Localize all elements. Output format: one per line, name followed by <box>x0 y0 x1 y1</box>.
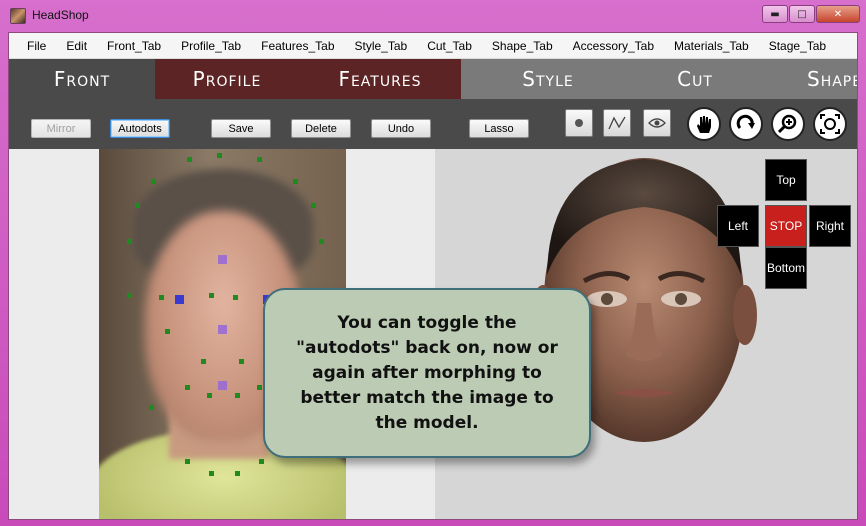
tab-profile[interactable]: Profile <box>155 59 299 99</box>
feature-point[interactable] <box>218 381 227 390</box>
menu-shape-tab[interactable]: Shape_Tab <box>482 34 563 58</box>
autodot[interactable] <box>233 295 238 300</box>
menu-features-tab[interactable]: Features_Tab <box>251 34 344 58</box>
menu-profile-tab[interactable]: Profile_Tab <box>171 34 251 58</box>
nav-stop-button[interactable]: STOP <box>765 205 807 247</box>
nav-left-button[interactable]: Left <box>717 205 759 247</box>
autodot[interactable] <box>135 203 140 208</box>
autodot[interactable] <box>235 393 240 398</box>
save-button[interactable]: Save <box>211 119 271 138</box>
nav-top-button[interactable]: Top <box>765 159 807 201</box>
nav-right-button[interactable]: Right <box>809 205 851 247</box>
line-tool-button[interactable] <box>603 109 631 137</box>
toolbar: Mirror Autodots Save Delete Undo Lasso <box>9 99 857 149</box>
autodot[interactable] <box>257 157 262 162</box>
autodot[interactable] <box>235 471 240 476</box>
app-icon <box>10 8 26 24</box>
autodot[interactable] <box>311 203 316 208</box>
feature-point[interactable] <box>218 325 227 334</box>
eye-tool-button[interactable] <box>643 109 671 137</box>
feature-point[interactable] <box>218 255 227 264</box>
tab-front[interactable]: Front <box>9 59 155 99</box>
eye-tool-icon <box>648 118 666 128</box>
fit-view-icon <box>820 114 840 134</box>
line-tool-icon <box>608 116 626 130</box>
window-title: HeadShop <box>32 8 89 22</box>
autodot[interactable] <box>257 385 262 390</box>
tab-features[interactable]: Features <box>299 59 461 99</box>
autodot[interactable] <box>187 157 192 162</box>
autodot[interactable] <box>185 385 190 390</box>
undo-button[interactable]: Undo <box>371 119 431 138</box>
zoom-button[interactable] <box>771 107 805 141</box>
autodot[interactable] <box>207 393 212 398</box>
tab-style[interactable]: Style <box>461 59 635 99</box>
tutorial-callout: You can toggle the "autodots" back on, n… <box>263 288 591 458</box>
menu-front-tab[interactable]: Front_Tab <box>97 34 171 58</box>
autodot[interactable] <box>185 459 190 464</box>
title-bar[interactable]: HeadShop ▬ □ ✕ <box>0 0 866 32</box>
autodot[interactable] <box>149 405 154 410</box>
callout-text: You can toggle the "autodots" back on, n… <box>296 312 558 433</box>
app-window: HeadShop ▬ □ ✕ File Edit Front_Tab Profi… <box>0 0 866 526</box>
menu-materials-tab[interactable]: Materials_Tab <box>664 34 759 58</box>
dot-tool-button[interactable] <box>565 109 593 137</box>
autodot[interactable] <box>239 359 244 364</box>
autodot[interactable] <box>293 179 298 184</box>
rotate-icon <box>736 114 755 130</box>
nav-bottom-button[interactable]: Bottom <box>765 247 807 289</box>
menu-style-tab[interactable]: Style_Tab <box>345 34 418 58</box>
autodot[interactable] <box>209 471 214 476</box>
menu-file[interactable]: File <box>17 34 56 58</box>
tab-cut[interactable]: Cut <box>635 59 755 99</box>
lasso-button[interactable]: Lasso <box>469 119 529 138</box>
delete-button[interactable]: Delete <box>291 119 351 138</box>
minimize-button[interactable]: ▬ <box>762 5 788 23</box>
autodot[interactable] <box>165 329 170 334</box>
hand-icon <box>697 116 711 133</box>
pupil-point[interactable] <box>175 295 184 304</box>
autodot[interactable] <box>127 239 132 244</box>
autodot[interactable] <box>127 293 132 298</box>
autodot[interactable] <box>159 295 164 300</box>
close-button[interactable]: ✕ <box>816 5 860 23</box>
tab-shape[interactable]: Shape <box>755 59 857 99</box>
menu-edit[interactable]: Edit <box>56 34 97 58</box>
menu-stage-tab[interactable]: Stage_Tab <box>759 34 836 58</box>
tab-bar: Front Profile Features Style Cut Shape <box>9 59 857 99</box>
autodot[interactable] <box>209 293 214 298</box>
autodot[interactable] <box>151 179 156 184</box>
autodot[interactable] <box>201 359 206 364</box>
autodot[interactable] <box>259 459 264 464</box>
window-controls: ▬ □ ✕ <box>762 5 860 23</box>
zoom-in-icon <box>777 114 797 134</box>
dot-tool-icon <box>575 119 583 127</box>
rotate-button[interactable] <box>729 107 763 141</box>
autodots-button[interactable]: Autodots <box>110 119 170 138</box>
maximize-button[interactable]: □ <box>789 5 815 23</box>
menu-bar: File Edit Front_Tab Profile_Tab Features… <box>9 33 857 59</box>
pan-button[interactable] <box>687 107 721 141</box>
fit-view-button[interactable] <box>813 107 847 141</box>
autodot[interactable] <box>217 153 222 158</box>
menu-accessory-tab[interactable]: Accessory_Tab <box>563 34 664 58</box>
menu-cut-tab[interactable]: Cut_Tab <box>417 34 482 58</box>
autodot[interactable] <box>319 239 324 244</box>
mirror-button[interactable]: Mirror <box>31 119 91 138</box>
